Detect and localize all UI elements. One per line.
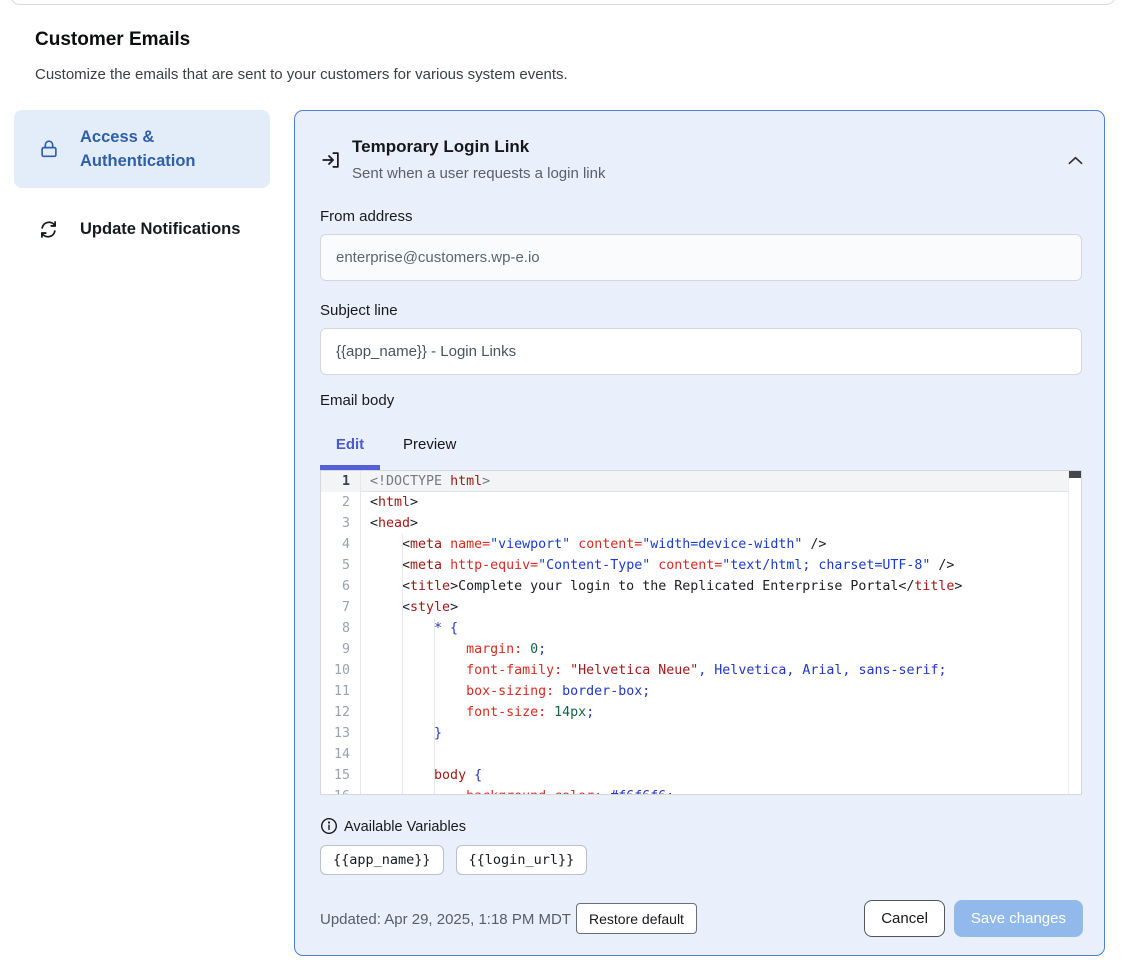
line-number: 4 — [321, 534, 360, 555]
line-number: 11 — [321, 681, 360, 702]
login-icon — [320, 149, 342, 171]
sidebar-item-access-authentication[interactable]: Access & Authentication — [14, 110, 270, 188]
indent-guide — [434, 618, 435, 794]
tab-preview[interactable]: Preview — [403, 436, 456, 453]
code-editor-inner: 12345678910111213141516 <!DOCTYPE html><… — [321, 471, 1081, 794]
code-line[interactable]: <head> — [361, 513, 1081, 534]
editor-gutter: 12345678910111213141516 — [321, 471, 361, 794]
lock-icon — [38, 138, 60, 160]
editor-code: <!DOCTYPE html><html><head> <meta name="… — [361, 471, 1081, 794]
code-editor[interactable]: 12345678910111213141516 <!DOCTYPE html><… — [320, 470, 1082, 795]
line-number: 7 — [321, 597, 360, 618]
variable-chips: {{app_name}} {{login_url}} — [320, 845, 587, 875]
available-variables-label: Available Variables — [344, 819, 466, 835]
tab-edit[interactable]: Edit — [320, 436, 380, 453]
card-title: Temporary Login Link — [352, 137, 529, 157]
code-line[interactable]: body { — [361, 765, 1081, 786]
indent-guide — [402, 534, 403, 794]
cancel-button[interactable]: Cancel — [864, 900, 945, 937]
line-number: 6 — [321, 576, 360, 597]
code-line[interactable]: <meta name="viewport" content="width=dev… — [361, 534, 1081, 555]
code-line[interactable]: } — [361, 723, 1081, 744]
code-line[interactable]: font-size: 14px; — [361, 702, 1081, 723]
footer-actions: Cancel Save changes — [864, 900, 1083, 937]
info-icon — [320, 817, 338, 835]
subject-line-label: Subject line — [320, 302, 398, 319]
code-line[interactable]: font-family: "Helvetica Neue", Helvetica… — [361, 660, 1081, 681]
code-line[interactable]: <html> — [361, 492, 1081, 513]
code-line[interactable]: box-sizing: border-box; — [361, 681, 1081, 702]
sidebar-item-label: Access & Authentication — [80, 125, 220, 173]
code-line[interactable]: * { — [361, 618, 1081, 639]
subject-line-input[interactable] — [320, 328, 1082, 375]
line-number: 13 — [321, 723, 360, 744]
code-line[interactable]: <meta http-equiv="Content-Type" content=… — [361, 555, 1081, 576]
card-subtitle: Sent when a user requests a login link — [352, 165, 605, 182]
line-number: 2 — [321, 492, 360, 513]
active-tab-indicator — [320, 465, 380, 470]
save-changes-button[interactable]: Save changes — [954, 900, 1083, 937]
line-number: 3 — [321, 513, 360, 534]
sidebar-item-update-notifications[interactable]: Update Notifications — [14, 205, 270, 253]
code-line[interactable]: <!DOCTYPE html> — [361, 471, 1081, 492]
line-number: 15 — [321, 765, 360, 786]
line-number: 8 — [321, 618, 360, 639]
code-line[interactable] — [361, 744, 1081, 765]
email-body-label: Email body — [320, 392, 394, 409]
previous-card-edge — [10, 0, 1116, 5]
line-number: 16 — [321, 786, 360, 795]
code-line[interactable]: margin: 0; — [361, 639, 1081, 660]
editor-scrollbar-thumb[interactable] — [1069, 471, 1081, 478]
restore-default-button[interactable]: Restore default — [576, 903, 697, 934]
variable-chip[interactable]: {{app_name}} — [320, 845, 444, 875]
chevron-up-icon[interactable] — [1063, 151, 1087, 169]
line-number: 14 — [321, 744, 360, 765]
line-number: 12 — [321, 702, 360, 723]
code-line[interactable]: <style> — [361, 597, 1081, 618]
temporary-login-link-card: Temporary Login Link Sent when a user re… — [294, 110, 1105, 956]
variable-chip[interactable]: {{login_url}} — [456, 845, 588, 875]
sidebar-item-label: Update Notifications — [80, 217, 240, 241]
line-number: 10 — [321, 660, 360, 681]
from-address-input[interactable] — [320, 234, 1082, 281]
refresh-icon — [38, 218, 60, 240]
code-line[interactable]: background-color: #f6f6f6; — [361, 786, 1081, 795]
page-title: Customer Emails — [35, 29, 190, 51]
customer-emails-page: Customer Emails Customize the emails tha… — [0, 0, 1128, 980]
from-address-label: From address — [320, 208, 413, 225]
line-number: 1 — [321, 471, 360, 492]
page-description: Customize the emails that are sent to yo… — [35, 66, 568, 83]
line-number: 9 — [321, 639, 360, 660]
editor-scrollbar-track[interactable] — [1068, 471, 1081, 794]
line-number: 5 — [321, 555, 360, 576]
code-line[interactable]: <title>Complete your login to the Replic… — [361, 576, 1081, 597]
updated-timestamp: Updated: Apr 29, 2025, 1:18 PM MDT — [320, 911, 571, 928]
